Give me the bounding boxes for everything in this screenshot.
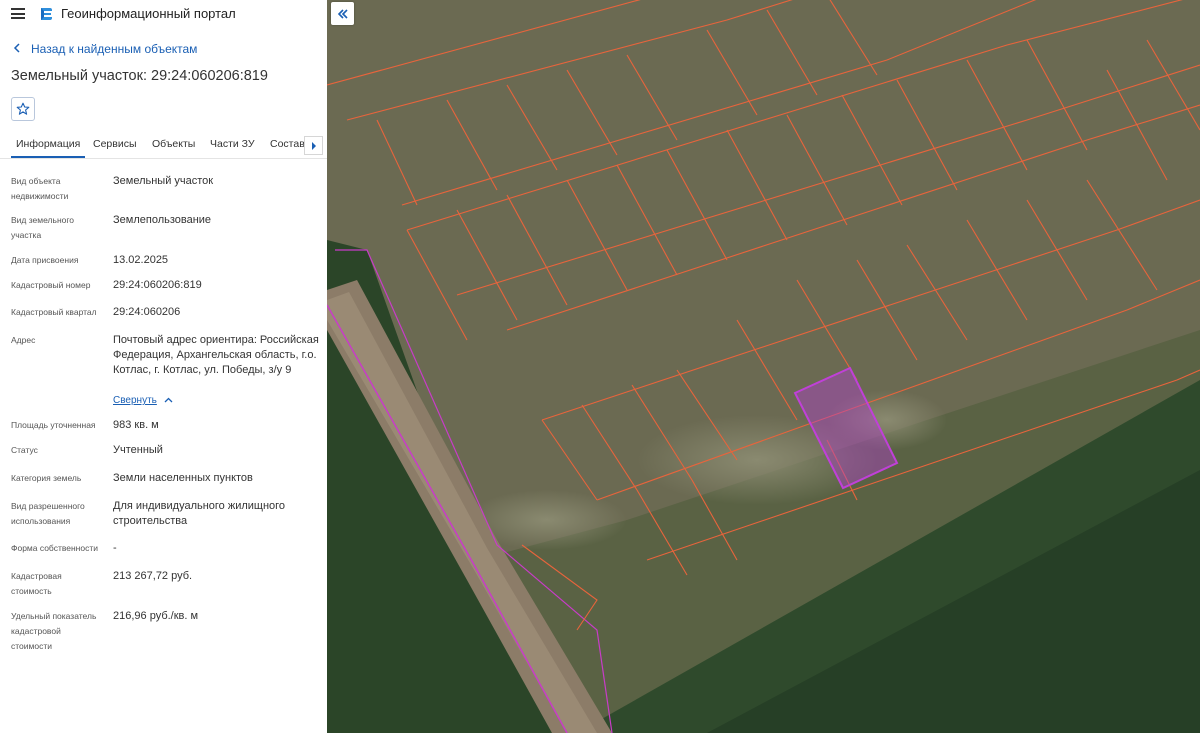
tab-parts[interactable]: Части ЗУ bbox=[210, 138, 255, 150]
field-label: Адрес bbox=[11, 335, 36, 345]
back-link-label: Назад к найденным объектам bbox=[31, 42, 198, 56]
tab-composition[interactable]: Состав bbox=[270, 138, 305, 150]
star-icon bbox=[16, 102, 30, 115]
field-value: Для индивидуального жилищного строительс… bbox=[113, 500, 286, 527]
field-value: 983 кв. м bbox=[113, 419, 159, 431]
favorite-button[interactable] bbox=[11, 97, 35, 121]
field-value: 29:24:060206:819 bbox=[113, 279, 202, 291]
page-title: Земельный участок: 29:24:060206:819 bbox=[11, 68, 268, 84]
field-value: Земли населенных пунктов bbox=[113, 472, 253, 484]
info-sidebar: Геоинформационный портал Назад к найденн… bbox=[0, 0, 327, 733]
field-label: Кадастровая стоимость bbox=[11, 571, 62, 596]
field-label: Кадастровый номер bbox=[11, 280, 91, 290]
satellite-map[interactable] bbox=[327, 0, 1200, 733]
field-value: 13.02.2025 bbox=[113, 254, 169, 266]
map-canvas[interactable] bbox=[327, 0, 1200, 733]
double-chevron-left-icon bbox=[337, 8, 348, 19]
field-label: Удельный показатель кадастровой стоимост… bbox=[11, 611, 97, 651]
field-label: Вид разрешенного использования bbox=[11, 501, 85, 526]
tab-objects[interactable]: Объекты bbox=[152, 138, 195, 150]
tab-services[interactable]: Сервисы bbox=[93, 138, 137, 150]
field-value: Земельный участок bbox=[113, 175, 214, 187]
chevron-left-icon bbox=[13, 42, 23, 56]
collapse-link[interactable]: Свернуть bbox=[113, 395, 157, 406]
field-value: 216,96 руб./кв. м bbox=[113, 610, 199, 622]
field-value: Почтовый адрес ориентира: Российская Фед… bbox=[113, 334, 319, 376]
portal-title: Геоинформационный портал bbox=[61, 6, 236, 21]
field-value: Землепользование bbox=[113, 214, 212, 226]
field-value: - bbox=[113, 542, 117, 554]
field-label: Форма собственности bbox=[11, 543, 98, 553]
top-bar: Геоинформационный портал bbox=[0, 0, 327, 28]
field-value: Учтенный bbox=[113, 444, 163, 456]
field-label: Категория земель bbox=[11, 473, 82, 483]
field-label: Площадь уточненная bbox=[11, 420, 96, 430]
field-value: 213 267,72 руб. bbox=[113, 570, 193, 582]
field-label: Статус bbox=[11, 445, 38, 455]
field-label: Вид земельного участка bbox=[11, 215, 75, 240]
tabs-scroll-right-button[interactable] bbox=[304, 136, 323, 155]
field-label: Вид объекта недвижимости bbox=[11, 176, 69, 201]
collapse-row: Свернуть bbox=[113, 393, 323, 408]
chevron-right-icon bbox=[311, 141, 316, 150]
menu-icon[interactable] bbox=[11, 8, 25, 19]
tab-info[interactable]: Информация bbox=[10, 138, 86, 158]
tab-bar: Информация Сервисы Объекты Части ЗУ Сост… bbox=[0, 132, 327, 159]
field-label: Дата присвоения bbox=[11, 255, 79, 265]
field-label: Кадастровый квартал bbox=[11, 307, 97, 317]
portal-logo-icon bbox=[41, 8, 52, 20]
chevron-up-icon bbox=[164, 397, 173, 403]
field-value: 29:24:060206 bbox=[113, 306, 181, 318]
back-to-results-link[interactable]: Назад к найденным объектам bbox=[13, 42, 197, 56]
collapse-sidebar-button[interactable] bbox=[331, 2, 354, 25]
